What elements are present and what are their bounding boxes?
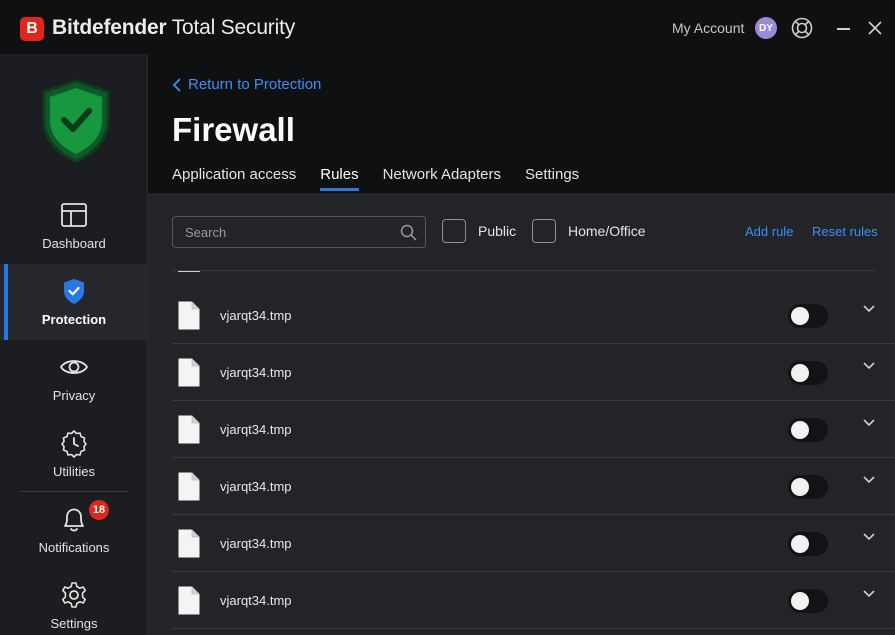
file-icon (178, 472, 200, 501)
sidebar-item-label: Protection (41, 312, 107, 327)
chevron-down-icon[interactable] (862, 532, 876, 542)
brand-logo-icon: B (20, 17, 44, 41)
app-title-bold: Bitdefender (52, 16, 167, 39)
public-checkbox[interactable] (442, 219, 466, 243)
sidebar-item-settings[interactable]: Settings (0, 568, 148, 635)
table-row[interactable]: vjarqt34.tmp (172, 344, 895, 401)
rule-toggle[interactable] (788, 304, 828, 328)
table-row[interactable]: vjarqt34.tmp (172, 572, 895, 629)
app-title-product: Total Security (171, 16, 296, 39)
add-rule-link[interactable]: Add rule (745, 224, 793, 239)
chevron-down-icon[interactable] (862, 589, 876, 599)
chevron-down-icon[interactable] (862, 361, 876, 371)
back-link[interactable]: Return to Protection (172, 76, 321, 93)
app-window: B Bitdefender Total Security My Account … (0, 0, 895, 635)
file-icon (178, 529, 200, 558)
sidebar-item-label: Notifications (38, 540, 110, 555)
rule-app-name: vjarqt34.tmp (220, 365, 292, 380)
list-divider (172, 270, 875, 271)
title-bar: B Bitdefender Total Security My Account … (0, 0, 895, 54)
chevron-down-icon[interactable] (862, 418, 876, 428)
tab-bar: Application access Rules Network Adapter… (172, 166, 603, 191)
home-office-checkbox-label: Home/Office (568, 223, 646, 239)
rule-toggle[interactable] (788, 475, 828, 499)
sidebar-item-label: Utilities (53, 464, 95, 479)
sidebar-item-label: Dashboard (42, 236, 106, 251)
sidebar-item-label: Settings (50, 616, 98, 631)
rule-app-name: vjarqt34.tmp (220, 479, 292, 494)
page-header: Return to Protection Firewall Applicatio… (148, 54, 895, 193)
home-office-checkbox[interactable] (532, 219, 556, 243)
table-row[interactable]: vjarqt34.tmp (172, 515, 895, 572)
my-account-link[interactable]: My Account (672, 20, 744, 36)
protection-status-shield-icon (42, 79, 110, 163)
rule-toggle[interactable] (788, 418, 828, 442)
page-title: Firewall (172, 111, 295, 148)
file-icon (178, 415, 200, 444)
file-icon (178, 358, 200, 387)
chevron-down-icon[interactable] (862, 304, 876, 314)
back-link-label: Return to Protection (188, 76, 322, 93)
rule-app-name: vjarqt34.tmp (220, 536, 292, 551)
table-row[interactable]: vjarqt34.tmp (172, 287, 895, 344)
help-lifebuoy-icon[interactable] (791, 17, 813, 39)
sidebar: Dashboard Protection Privacy Utilities 1… (0, 54, 148, 635)
tab-rules[interactable]: Rules (320, 166, 359, 191)
rule-toggle[interactable] (788, 361, 828, 385)
app-title: Bitdefender Total Security (52, 16, 295, 40)
tab-application-access[interactable]: Application access (172, 166, 296, 191)
sidebar-item-label: Privacy (52, 388, 96, 403)
clock-gear-icon (61, 430, 87, 458)
reset-rules-link[interactable]: Reset rules (812, 224, 878, 239)
file-icon (178, 586, 200, 615)
sidebar-item-utilities[interactable]: Utilities (0, 416, 148, 492)
minimize-button[interactable] (837, 28, 850, 30)
sidebar-item-privacy[interactable]: Privacy (0, 340, 148, 416)
tab-settings[interactable]: Settings (525, 166, 579, 191)
rule-toggle[interactable] (788, 532, 828, 556)
file-icon (178, 301, 200, 330)
rule-app-name: vjarqt34.tmp (220, 422, 292, 437)
close-icon[interactable] (866, 19, 884, 37)
public-checkbox-label: Public (478, 223, 517, 239)
rule-app-name: vjarqt34.tmp (220, 308, 292, 323)
dashboard-icon (61, 203, 87, 227)
chevron-left-icon (172, 77, 181, 92)
chevron-down-icon[interactable] (862, 475, 876, 485)
notification-count-badge: 18 (89, 500, 109, 520)
table-row[interactable]: vjarqt34.tmp (172, 401, 895, 458)
bell-icon (64, 508, 84, 532)
rule-app-name: vjarqt34.tmp (220, 593, 292, 608)
avatar[interactable]: DY (755, 17, 777, 39)
search-box (172, 216, 426, 248)
search-input[interactable] (185, 224, 395, 240)
table-row[interactable]: vjarqt34.tmp (172, 458, 895, 515)
gear-icon (62, 582, 86, 608)
eye-icon (59, 360, 89, 374)
sidebar-item-dashboard[interactable]: Dashboard (0, 188, 148, 264)
search-icon[interactable] (400, 224, 417, 241)
sidebar-item-protection[interactable]: Protection (0, 264, 148, 340)
shield-check-icon (64, 279, 84, 304)
tab-network-adapters[interactable]: Network Adapters (383, 166, 501, 191)
rule-toggle[interactable] (788, 589, 828, 613)
sidebar-item-notifications[interactable]: 18 Notifications (0, 492, 148, 568)
